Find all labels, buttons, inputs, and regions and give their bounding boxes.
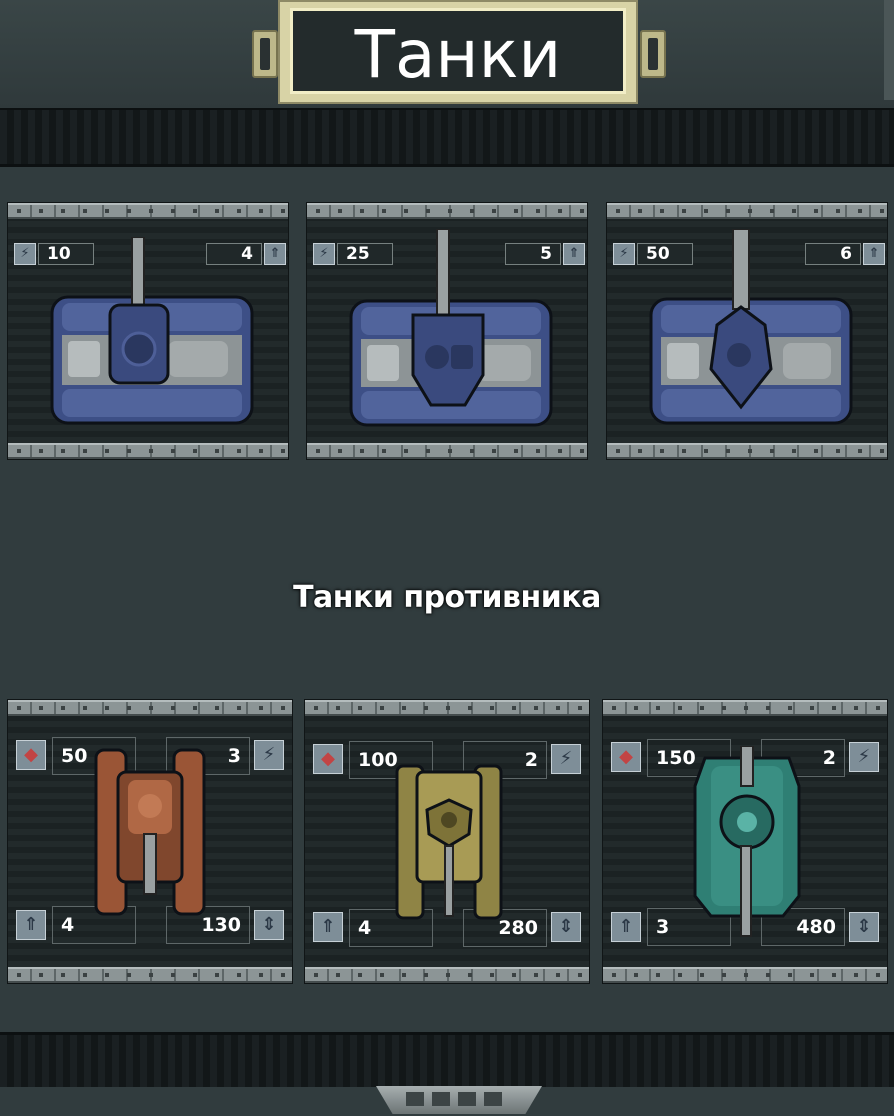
header-edge (884, 0, 894, 100)
track-rail (8, 967, 292, 983)
track-rail (607, 443, 887, 459)
player-tank-card-2[interactable]: ⚡ 25 5 ⇑ (306, 202, 588, 460)
health-arrows-icon: ⇕ (849, 912, 879, 942)
attack-icon: ⚡ (849, 742, 879, 772)
health-arrows-icon: ⇕ (254, 910, 284, 940)
player-tank-card-1[interactable]: ⚡ 10 4 ⇑ (7, 202, 289, 460)
player-tank-image (50, 237, 254, 425)
enemy-tank-card-2[interactable]: ◆ 100 2 ⚡ ⇑ 4 280 ⇕ (304, 699, 590, 984)
track-rail (8, 443, 288, 459)
track-rail (307, 203, 587, 219)
track-rail (307, 443, 587, 459)
attack-icon: ⚡ (313, 243, 335, 265)
enemy-tank-card-3[interactable]: ◆ 150 2 ⚡ ⇑ 3 480 ⇕ (602, 699, 888, 984)
upgrade-arrow-icon: ⇑ (313, 912, 343, 942)
enemy-section-title: Танки противника (293, 580, 601, 615)
track-rail (305, 700, 589, 716)
attack-icon: ⚡ (551, 744, 581, 774)
player-tank-image (349, 229, 553, 427)
enemy-tank-image (94, 748, 206, 916)
track-rail (8, 700, 292, 716)
player-tank-image (649, 229, 853, 425)
upgrade-arrow-icon: ⇑ (863, 243, 885, 265)
upgrade-arrow-icon: ⇑ (264, 243, 286, 265)
upgrade-arrow-icon: ⇑ (611, 912, 641, 942)
track-rail (603, 700, 887, 716)
shield-icon: ◆ (313, 744, 343, 774)
footer-tab-handle[interactable] (376, 1086, 542, 1114)
shield-icon: ◆ (611, 742, 641, 772)
title-bracket-left (252, 30, 278, 78)
track-rail (305, 967, 589, 983)
enemy-tank-image (395, 764, 503, 920)
page-title: Танки (354, 16, 562, 93)
player-tank-card-3[interactable]: ⚡ 50 6 ⇑ (606, 202, 888, 460)
upgrade-arrow-icon: ⇑ (563, 243, 585, 265)
title-plate: Танки (278, 0, 638, 104)
track-rail (607, 203, 887, 219)
attack-icon: ⚡ (613, 243, 635, 265)
shield-icon: ◆ (16, 740, 46, 770)
health-arrows-icon: ⇕ (551, 912, 581, 942)
attack-icon: ⚡ (14, 243, 36, 265)
enemy-tank-card-1[interactable]: ◆ 50 3 ⚡ ⇑ 4 130 ⇕ (7, 699, 293, 984)
footer-bar (0, 1032, 894, 1087)
track-rail (8, 203, 288, 219)
enemy-tank-image (693, 746, 801, 937)
upgrade-arrow-icon: ⇑ (16, 910, 46, 940)
track-rail (603, 967, 887, 983)
attack-icon: ⚡ (254, 740, 284, 770)
title-bracket-right (640, 30, 666, 78)
header-divider (0, 108, 894, 167)
